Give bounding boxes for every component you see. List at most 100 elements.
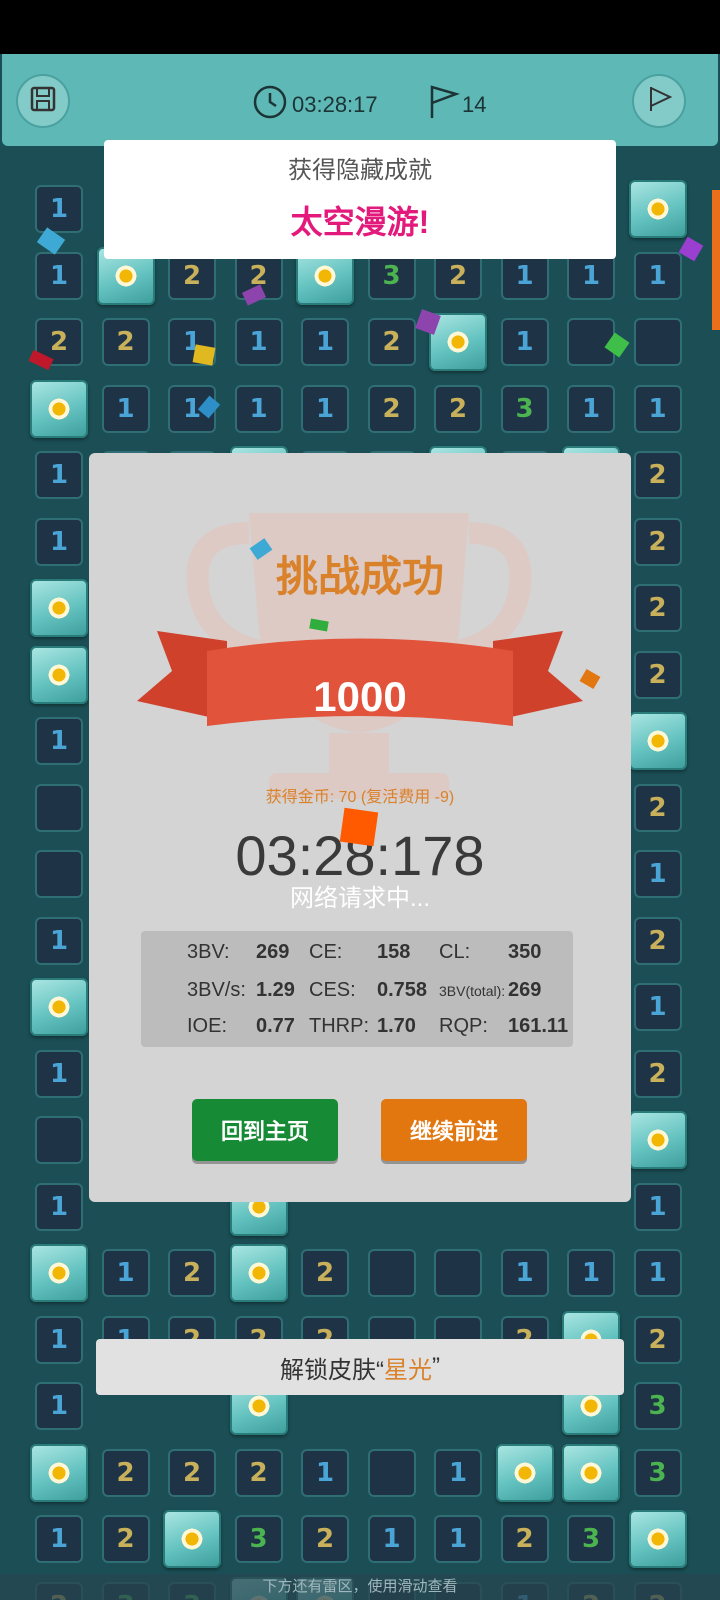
number-cell[interactable]: 1 — [35, 1049, 83, 1098]
stat-ces-label: CES: — [309, 979, 356, 1001]
number-cell[interactable]: 1 — [301, 384, 349, 433]
mine-cell[interactable] — [495, 1443, 554, 1502]
cell-number: 3 — [515, 393, 534, 424]
cell-number: 2 — [648, 925, 667, 956]
cell-number: 3 — [648, 1391, 667, 1421]
number-cell[interactable]: 1 — [367, 1515, 416, 1563]
number-cell[interactable]: 1 — [633, 1249, 682, 1297]
cell-number: 1 — [315, 1457, 335, 1488]
number-cell[interactable]: 2 — [234, 1448, 283, 1497]
number-cell[interactable]: 2 — [633, 517, 682, 566]
number-cell[interactable]: 1 — [234, 318, 283, 366]
number-cell[interactable]: 2 — [101, 1515, 150, 1563]
mine-cell[interactable] — [30, 1443, 88, 1502]
number-cell[interactable]: 2 — [633, 916, 682, 965]
flower-icon — [46, 994, 72, 1020]
number-cell[interactable]: 2 — [633, 783, 682, 832]
empty-cell[interactable] — [434, 1249, 482, 1297]
mine-cell[interactable] — [30, 645, 88, 704]
number-cell[interactable]: 2 — [633, 1315, 682, 1364]
home-button[interactable]: 回到主页 — [192, 1099, 338, 1161]
mine-cell[interactable] — [628, 1111, 687, 1169]
number-cell[interactable]: 2 — [168, 1448, 216, 1497]
clock-icon — [252, 84, 288, 126]
empty-cell[interactable] — [633, 318, 682, 366]
mine-cell[interactable] — [562, 1443, 620, 1502]
number-cell[interactable]: 1 — [35, 916, 83, 965]
stat-cl: 350 — [508, 941, 542, 963]
number-cell[interactable]: 2 — [633, 1049, 682, 1098]
number-cell[interactable]: 1 — [434, 1515, 482, 1563]
cell-number: 1 — [515, 327, 534, 357]
number-cell[interactable]: 1 — [35, 1315, 83, 1364]
number-cell[interactable]: 2 — [367, 318, 416, 366]
number-cell[interactable]: 1 — [234, 384, 283, 433]
save-button[interactable] — [16, 74, 70, 128]
coins-earned: 获得金币: 70 (复活费用 -9) — [265, 789, 455, 806]
number-cell[interactable]: 2 — [168, 1249, 216, 1297]
number-cell[interactable]: 1 — [567, 384, 615, 433]
number-cell[interactable]: 3 — [633, 1382, 682, 1430]
mine-cell[interactable] — [30, 579, 88, 637]
number-cell[interactable]: 1 — [633, 983, 682, 1031]
number-cell[interactable]: 2 — [500, 1515, 549, 1563]
number-cell[interactable]: 1 — [500, 318, 549, 366]
number-cell[interactable]: 3 — [567, 1515, 615, 1563]
number-cell[interactable]: 1 — [500, 1249, 549, 1297]
mine-cell[interactable] — [30, 978, 88, 1036]
number-cell[interactable]: 1 — [434, 1448, 482, 1497]
mine-cell[interactable] — [163, 1510, 221, 1568]
continue-button[interactable]: 继续前进 — [381, 1099, 527, 1161]
number-cell[interactable]: 1 — [633, 384, 682, 433]
mine-cell[interactable] — [628, 1510, 687, 1568]
number-cell[interactable]: 2 — [101, 318, 150, 366]
number-cell[interactable]: 2 — [301, 1515, 349, 1563]
number-cell[interactable]: 1 — [35, 1182, 83, 1231]
number-cell[interactable]: 1 — [35, 1382, 83, 1430]
mine-cell[interactable] — [628, 712, 687, 770]
number-cell[interactable]: 1 — [301, 318, 349, 366]
number-cell[interactable]: 3 — [633, 1448, 682, 1497]
number-cell[interactable]: 1 — [35, 517, 83, 566]
number-cell[interactable]: 2 — [633, 584, 682, 632]
number-cell[interactable]: 2 — [633, 650, 682, 699]
cell-number: 2 — [182, 1258, 202, 1288]
empty-cell[interactable] — [367, 1448, 416, 1497]
mine-cell[interactable] — [628, 180, 687, 238]
number-cell[interactable]: 1 — [567, 1249, 615, 1297]
empty-cell[interactable] — [35, 783, 83, 832]
number-cell[interactable]: 1 — [35, 717, 83, 765]
mine-cell[interactable] — [229, 1244, 288, 1302]
cell-number: 2 — [315, 1524, 335, 1554]
cell-number: 1 — [49, 1191, 69, 1222]
number-cell[interactable]: 2 — [101, 1448, 150, 1497]
cell-number: 2 — [116, 327, 135, 357]
cell-number: 2 — [249, 1457, 268, 1488]
save-icon — [29, 85, 57, 118]
number-cell[interactable]: 3 — [234, 1515, 283, 1563]
number-cell[interactable]: 1 — [301, 1448, 349, 1497]
empty-cell[interactable] — [367, 1249, 416, 1297]
number-cell[interactable]: 1 — [35, 185, 83, 233]
cell-number: 1 — [648, 1258, 667, 1288]
number-cell[interactable]: 2 — [367, 384, 416, 433]
number-cell[interactable]: 2 — [434, 384, 482, 433]
mine-cell[interactable] — [30, 379, 88, 438]
number-cell[interactable]: 2 — [633, 451, 682, 499]
number-cell[interactable]: 1 — [35, 451, 83, 499]
number-cell[interactable]: 1 — [633, 1182, 682, 1231]
number-cell[interactable]: 1 — [35, 251, 83, 300]
number-cell[interactable]: 1 — [35, 1515, 83, 1563]
number-cell[interactable]: 1 — [101, 1249, 150, 1297]
number-cell[interactable]: 3 — [500, 384, 549, 433]
stat-ce-label: CE: — [309, 941, 343, 963]
empty-cell[interactable] — [35, 1116, 83, 1164]
confetti-piece — [339, 807, 379, 847]
mine-cell[interactable] — [30, 1244, 88, 1302]
scroll-indicator[interactable] — [712, 190, 720, 330]
number-cell[interactable]: 1 — [101, 384, 150, 433]
play-button[interactable] — [632, 74, 686, 128]
cell-number: 1 — [49, 460, 69, 490]
number-cell[interactable]: 1 — [633, 251, 682, 300]
number-cell[interactable]: 2 — [301, 1249, 349, 1297]
